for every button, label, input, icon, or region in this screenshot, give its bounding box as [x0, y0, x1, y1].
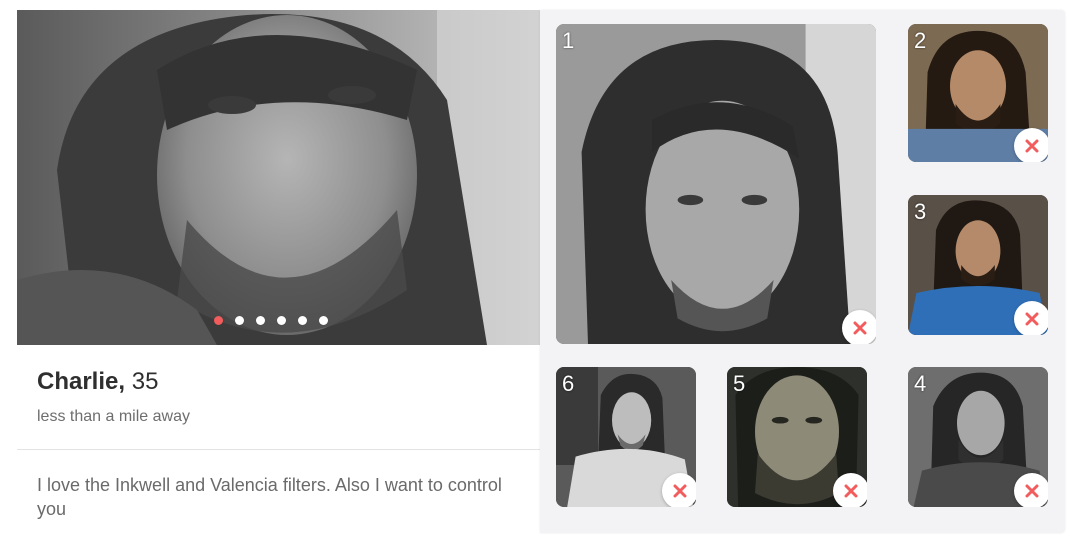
pagination-dot[interactable]	[255, 316, 265, 325]
photo-slot-number: 4	[914, 371, 927, 396]
photo-slot-number: 2	[914, 28, 927, 53]
remove-photo-button[interactable]	[1014, 473, 1048, 507]
close-icon	[844, 484, 858, 498]
photo-slot-6[interactable]: 6	[556, 367, 696, 507]
remove-photo-button[interactable]	[1014, 301, 1048, 335]
profile-distance: less than a mile away	[37, 408, 190, 425]
photo-slot-number: 5	[733, 371, 746, 396]
pagination-dot[interactable]	[318, 316, 328, 325]
pagination-dot-active[interactable]	[213, 316, 223, 325]
profile-name: Charlie	[37, 368, 119, 395]
close-icon	[853, 321, 867, 335]
photo-slot-1[interactable]: 1	[556, 24, 876, 344]
profile-photo[interactable]	[17, 10, 540, 345]
close-icon	[1025, 312, 1039, 326]
photo-slot-5[interactable]: 5	[727, 367, 867, 507]
photo-slot-2[interactable]: 2	[908, 24, 1048, 162]
photo-slot-number: 1	[562, 28, 575, 53]
name-age-separator: ,	[118, 368, 126, 395]
photo-slot-3[interactable]: 3	[908, 195, 1048, 335]
profile-card: Charlie, 35 less than a mile away I love…	[0, 0, 540, 545]
close-icon	[673, 484, 687, 498]
profile-photo-image	[17, 10, 540, 345]
profile-bio: I love the Inkwell and Valencia filters.…	[37, 475, 502, 519]
pagination-dot[interactable]	[276, 316, 286, 325]
photo-slot-number: 3	[914, 199, 927, 224]
photo-image	[556, 24, 876, 344]
remove-photo-button[interactable]	[833, 473, 867, 507]
remove-photo-button[interactable]	[842, 310, 876, 344]
close-icon	[1025, 139, 1039, 153]
remove-photo-button[interactable]	[662, 473, 696, 507]
photo-pagination	[17, 316, 532, 325]
profile-name-age: Charlie, 35	[37, 368, 158, 396]
profile-age: 35	[131, 368, 159, 395]
divider	[17, 449, 540, 450]
pagination-dot[interactable]	[297, 316, 307, 325]
photo-slot-number: 6	[562, 371, 575, 396]
photo-slot-4[interactable]: 4	[908, 367, 1048, 507]
close-icon	[1025, 484, 1039, 498]
pagination-dot[interactable]	[234, 316, 244, 325]
remove-photo-button[interactable]	[1014, 128, 1048, 162]
photo-editor-grid: 1 2 3 6 5 4	[540, 10, 1065, 533]
